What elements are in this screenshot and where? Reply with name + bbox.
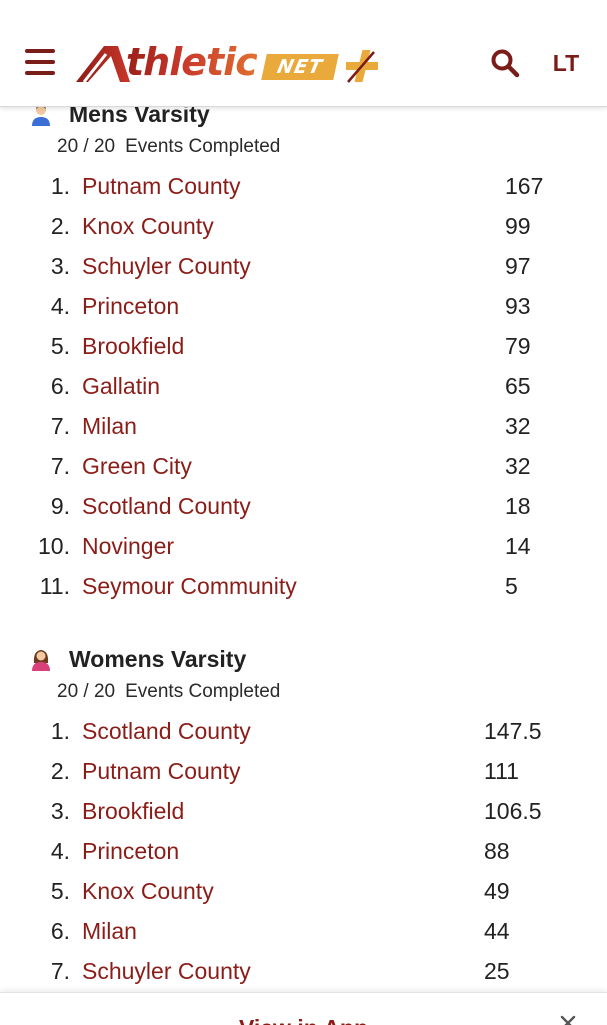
standing-row: 3. Brookfield 106.5	[0, 791, 607, 831]
rank-number: 7.	[50, 453, 70, 479]
standing-row: 5. Brookfield 79	[0, 326, 607, 366]
team-link[interactable]: Knox County	[82, 871, 214, 911]
standing-row: 2. Putnam County 111	[0, 751, 607, 791]
rank-number: 11.	[39, 573, 70, 599]
team-score: 25	[484, 958, 510, 984]
rank-number: 1.	[50, 173, 70, 199]
hamburger-menu-icon[interactable]	[25, 49, 55, 75]
team-link[interactable]: Brookfield	[82, 326, 184, 366]
view-in-app-banner: View in App	[0, 992, 607, 1025]
team-score: 93	[505, 293, 531, 319]
female-athlete-icon	[32, 650, 50, 671]
team-score: 5	[505, 573, 518, 599]
team-score: 32	[505, 453, 531, 479]
rank-number: 6.	[50, 373, 70, 399]
team-link[interactable]: Gallatin	[82, 366, 160, 406]
logo-wordmark: thletic	[126, 40, 258, 84]
rank-number: 4.	[50, 838, 70, 864]
events-completed-status: 20 / 20 Events Completed	[0, 132, 607, 162]
team-link[interactable]: Brookfield	[82, 791, 184, 831]
team-link[interactable]: Scotland County	[82, 486, 251, 526]
standing-row: 9. Scotland County 18	[0, 486, 607, 526]
team-score: 18	[505, 493, 531, 519]
rank-number: 10.	[38, 533, 70, 559]
standing-row: 7. Schuyler County 25	[0, 951, 607, 991]
team-link[interactable]: Milan	[82, 911, 137, 951]
events-completed-count: 20 / 20	[57, 136, 116, 157]
rank-number: 1.	[50, 718, 70, 744]
standing-row: 2. Knox County 99	[0, 206, 607, 246]
womens-varsity-section: Womens Varsity 20 / 20 Events Completed 1…	[0, 643, 607, 991]
team-score: 88	[484, 838, 510, 864]
rank-number: 5.	[50, 333, 70, 359]
standing-row: 6. Gallatin 65	[0, 366, 607, 406]
team-standings-list: 1. Putnam County 167 2. Knox County 99 3. Sch…	[0, 166, 607, 606]
team-score: 111	[484, 758, 519, 784]
rank-number: 6.	[50, 918, 70, 944]
events-completed-label: Events Completed	[125, 136, 281, 157]
team-link[interactable]: Scotland County	[82, 711, 251, 751]
team-link[interactable]: Schuyler County	[82, 246, 251, 286]
logo-net-badge: NET	[261, 54, 339, 80]
rank-number: 5.	[50, 878, 70, 904]
standing-row: 11. Seymour Community 5	[0, 566, 607, 606]
rank-number: 7.	[50, 958, 70, 984]
team-link[interactable]: Princeton	[82, 286, 179, 326]
standing-row: 1. Putnam County 167	[0, 166, 607, 206]
team-standings-list: 1. Scotland County 147.5 2. Putnam County 11…	[0, 711, 607, 991]
standing-row: 3. Schuyler County 97	[0, 246, 607, 286]
rank-number: 9.	[50, 493, 70, 519]
team-link[interactable]: Putnam County	[82, 751, 241, 791]
standing-row: 4. Princeton 93	[0, 286, 607, 326]
team-link[interactable]: Putnam County	[82, 166, 241, 206]
events-completed-label: Events Completed	[125, 681, 281, 702]
team-link[interactable]: Milan	[82, 406, 137, 446]
team-score: 106.5	[484, 798, 542, 824]
athletic-net-logo[interactable]: thletic NET	[74, 38, 384, 90]
team-score: 79	[505, 333, 531, 359]
rank-number: 3.	[50, 798, 70, 824]
team-link[interactable]: Green City	[82, 446, 192, 486]
section-title: Womens Varsity	[69, 646, 247, 672]
standing-row: 10. Novinger 14	[0, 526, 607, 566]
standing-row: 6. Milan 44	[0, 911, 607, 951]
section-header: Womens Varsity	[0, 643, 607, 675]
team-link[interactable]: Schuyler County	[82, 951, 251, 991]
top-navbar: thletic NET LT	[0, 0, 607, 107]
standing-row: 7. Milan 32	[0, 406, 607, 446]
rank-number: 2.	[50, 758, 70, 784]
team-score: 99	[505, 213, 531, 239]
events-completed-status: 20 / 20 Events Completed	[0, 677, 607, 707]
standing-row: 1. Scotland County 147.5	[0, 711, 607, 751]
view-in-app-link[interactable]: View in App	[0, 1013, 607, 1025]
rank-number: 2.	[50, 213, 70, 239]
team-link[interactable]: Seymour Community	[82, 566, 297, 606]
team-score: 44	[484, 918, 510, 944]
rank-number: 3.	[50, 253, 70, 279]
rank-number: 4.	[50, 293, 70, 319]
language-button[interactable]: LT	[546, 47, 586, 79]
team-score: 32	[505, 413, 531, 439]
team-link[interactable]: Princeton	[82, 831, 179, 871]
team-link[interactable]: Knox County	[82, 206, 214, 246]
male-athlete-icon	[32, 105, 50, 126]
team-score: 65	[505, 373, 531, 399]
team-score: 147.5	[484, 718, 542, 744]
team-score: 167	[505, 173, 544, 199]
standing-row: 7. Green City 32	[0, 446, 607, 486]
events-completed-count: 20 / 20	[57, 681, 116, 702]
search-icon[interactable]	[490, 48, 520, 78]
plus-icon	[346, 50, 378, 83]
mens-varsity-section: Mens Varsity 20 / 20 Events Completed 1. P…	[0, 98, 607, 606]
standing-row: 4. Princeton 88	[0, 831, 607, 871]
team-score: 97	[505, 253, 531, 279]
team-link[interactable]: Novinger	[82, 526, 174, 566]
team-score: 14	[505, 533, 531, 559]
rank-number: 7.	[50, 413, 70, 439]
close-icon[interactable]	[558, 1013, 578, 1025]
team-score: 49	[484, 878, 510, 904]
standing-row: 5. Knox County 49	[0, 871, 607, 911]
